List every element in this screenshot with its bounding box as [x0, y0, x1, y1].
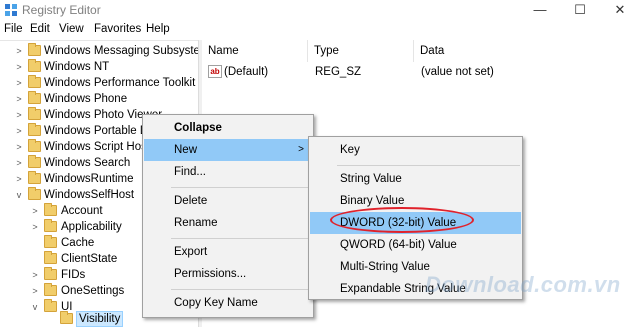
folder-icon: [28, 123, 41, 136]
menu-edit[interactable]: Edit: [30, 23, 50, 35]
tree-item-label: Windows Search: [44, 157, 131, 169]
tree-item-label: Windows Performance Toolkit: [44, 77, 196, 89]
folder-icon: [60, 311, 73, 324]
tree-item[interactable]: > Windows Performance Toolkit: [0, 75, 198, 91]
tree-item-label: Windows Script Host: [44, 141, 151, 153]
folder-icon: [28, 139, 41, 152]
tree-item-label: Windows Phone: [44, 93, 128, 105]
menu-item-new-label: New: [174, 144, 198, 156]
menu-item-export[interactable]: Export: [144, 241, 312, 263]
menu-favorites[interactable]: Favorites: [94, 23, 141, 35]
folder-icon: [28, 59, 41, 72]
menu-bar: File Edit View Favorites Help: [0, 20, 640, 40]
folder-icon: [44, 283, 57, 296]
folder-icon: [44, 235, 57, 248]
expand-arrow-icon[interactable]: >: [30, 268, 40, 282]
watermark: Download.com.vn: [425, 272, 621, 297]
menu-item-delete[interactable]: Delete: [144, 190, 312, 212]
expand-arrow-icon[interactable]: >: [30, 220, 40, 234]
collapse-arrow-icon[interactable]: v: [14, 188, 24, 202]
menu-item-find[interactable]: Find...: [144, 161, 312, 183]
close-button[interactable]: ✕: [600, 0, 640, 20]
folder-open-icon: [28, 187, 41, 200]
folder-icon: [28, 171, 41, 184]
menu-separator: [171, 289, 311, 290]
minimize-button[interactable]: —: [520, 0, 560, 20]
menu-view[interactable]: View: [59, 23, 84, 35]
menu-file[interactable]: File: [4, 23, 23, 35]
window-title: Registry Editor: [22, 3, 101, 17]
expand-arrow-icon[interactable]: >: [14, 108, 24, 122]
context-menu: Collapse New > Find... Delete Rename Exp…: [142, 114, 314, 318]
expand-arrow-icon[interactable]: >: [14, 172, 24, 186]
tree-item-label: Windows NT: [44, 61, 110, 73]
folder-icon: [28, 43, 41, 56]
expand-arrow-icon[interactable]: >: [14, 92, 24, 106]
tree-item-label: FIDs: [61, 269, 86, 281]
submenu-arrow-icon: >: [298, 144, 304, 155]
column-header-data[interactable]: Data: [414, 40, 640, 62]
expand-arrow-icon[interactable]: >: [14, 156, 24, 170]
registry-editor-icon: [5, 4, 17, 16]
maximize-button[interactable]: ☐: [560, 0, 600, 20]
tree-item-label: OneSettings: [61, 285, 125, 297]
folder-icon: [28, 155, 41, 168]
expand-arrow-icon[interactable]: >: [14, 44, 24, 58]
title-bar: Registry Editor — ☐ ✕: [0, 0, 640, 20]
expand-arrow-icon[interactable]: >: [14, 124, 24, 138]
column-header-type[interactable]: Type: [308, 40, 414, 62]
tree-item-label: ClientState: [61, 253, 118, 265]
submenu-item-key[interactable]: Key: [310, 139, 521, 161]
tree-item-label: Cache: [61, 237, 95, 249]
submenu-item-qword-value[interactable]: QWORD (64-bit) Value: [310, 234, 521, 256]
tree-item-label: Visibility: [76, 311, 124, 327]
folder-icon: [44, 251, 57, 264]
menu-separator: [337, 165, 520, 166]
tree-item-label: WindowsRuntime: [44, 173, 134, 185]
column-header-name[interactable]: Name: [202, 40, 308, 62]
tree-item-label: Windows Messaging Subsyste: [44, 45, 198, 57]
folder-icon: [44, 219, 57, 232]
menu-separator: [171, 238, 311, 239]
tree-item[interactable]: > Windows Messaging Subsyste: [0, 43, 198, 59]
folder-icon: [28, 107, 41, 120]
expand-arrow-icon[interactable]: >: [30, 204, 40, 218]
value-type: REG_SZ: [315, 66, 362, 78]
menu-item-permissions[interactable]: Permissions...: [144, 263, 312, 285]
menu-separator: [171, 187, 311, 188]
folder-icon: [44, 203, 57, 216]
expand-arrow-icon[interactable]: >: [14, 60, 24, 74]
tree-item[interactable]: > Windows Phone: [0, 91, 198, 107]
submenu-item-string-value[interactable]: String Value: [310, 168, 521, 190]
expand-arrow-icon[interactable]: >: [14, 140, 24, 154]
expand-arrow-icon[interactable]: >: [30, 284, 40, 298]
expand-arrow-icon[interactable]: >: [14, 76, 24, 90]
menu-help[interactable]: Help: [146, 23, 170, 35]
highlight-oval-annotation: [330, 207, 474, 233]
tree-item-label: Applicability: [61, 221, 122, 233]
folder-icon: [44, 267, 57, 280]
value-data: (value not set): [421, 66, 494, 78]
menu-item-new[interactable]: New >: [144, 139, 312, 161]
menu-item-rename[interactable]: Rename: [144, 212, 312, 234]
menu-item-copy-key-name[interactable]: Copy Key Name: [144, 292, 312, 314]
tree-item-label: WindowsSelfHost: [44, 189, 135, 201]
menu-item-collapse[interactable]: Collapse: [144, 117, 312, 139]
string-value-icon: ab: [208, 65, 222, 78]
tree-item-label: Account: [61, 205, 103, 217]
value-name[interactable]: (Default): [224, 64, 268, 80]
tree-item[interactable]: > Windows NT: [0, 59, 198, 75]
folder-icon: [28, 75, 41, 88]
folder-icon: [28, 91, 41, 104]
